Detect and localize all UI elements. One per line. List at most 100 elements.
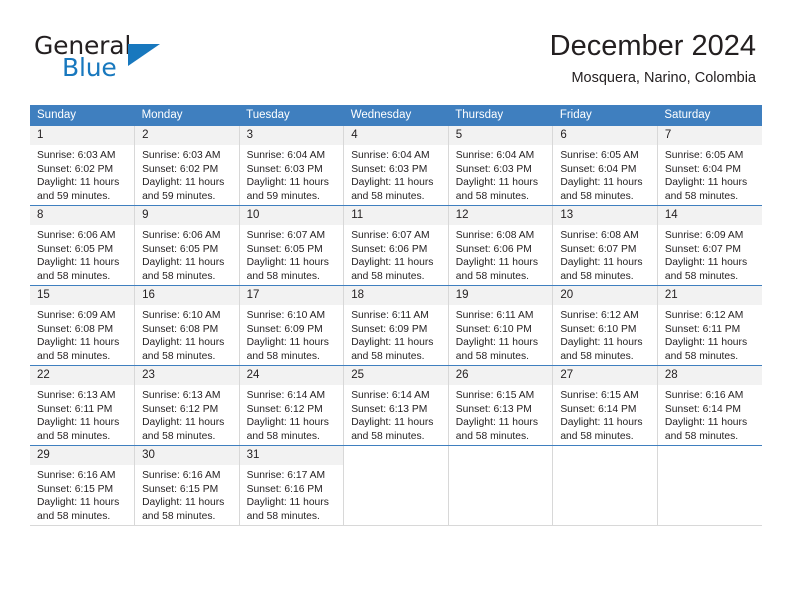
calendar-day-cell[interactable]: 29 Sunrise: 6:16 AM Sunset: 6:15 PM Dayl…: [30, 445, 136, 526]
daylight-text-line2: and 58 minutes.: [246, 350, 320, 362]
generalblue-logo[interactable]: General Blue: [34, 33, 234, 85]
sunset-text: Sunset: 6:09 PM: [246, 323, 323, 335]
day-info: Sunrise: 6:16 AM Sunset: 6:15 PM Dayligh…: [30, 465, 134, 523]
calendar-day-cell[interactable]: 11 Sunrise: 6:07 AM Sunset: 6:06 PM Dayl…: [343, 205, 449, 286]
day-number: 4: [344, 126, 448, 145]
calendar-day-cell[interactable]: 15 Sunrise: 6:09 AM Sunset: 6:08 PM Dayl…: [30, 285, 136, 366]
daylight-text-line1: Daylight: 11 hours: [37, 417, 120, 429]
day-info: Sunrise: 6:17 AM Sunset: 6:16 PM Dayligh…: [240, 465, 344, 523]
daylight-text-line1: Daylight: 11 hours: [560, 337, 643, 349]
daylight-text-line1: Daylight: 11 hours: [142, 417, 225, 429]
calendar-day-cell[interactable]: 24 Sunrise: 6:14 AM Sunset: 6:12 PM Dayl…: [238, 365, 345, 446]
weekday-header-friday: Friday: [552, 105, 658, 126]
calendar-day-cell[interactable]: 12 Sunrise: 6:08 AM Sunset: 6:06 PM Dayl…: [447, 205, 554, 286]
day-number: 14: [657, 206, 762, 225]
daylight-text-line1: Daylight: 11 hours: [37, 497, 120, 509]
day-info: Sunrise: 6:14 AM Sunset: 6:13 PM Dayligh…: [344, 385, 448, 443]
calendar-day-cell[interactable]: 7 Sunrise: 6:05 AM Sunset: 6:04 PM Dayli…: [656, 126, 762, 206]
sunset-text: Sunset: 6:11 PM: [664, 323, 741, 335]
daylight-text-line2: and 58 minutes.: [37, 270, 111, 282]
sunset-text: Sunset: 6:08 PM: [142, 323, 219, 335]
calendar-week-row: 8 Sunrise: 6:06 AM Sunset: 6:05 PM Dayli…: [30, 205, 762, 286]
daylight-text-line2: and 59 minutes.: [37, 190, 111, 202]
calendar-day-cell[interactable]: 18 Sunrise: 6:11 AM Sunset: 6:09 PM Dayl…: [343, 285, 449, 366]
sunrise-text: Sunrise: 6:04 AM: [351, 150, 430, 161]
calendar-day-cell[interactable]: 9 Sunrise: 6:06 AM Sunset: 6:05 PM Dayli…: [134, 205, 240, 286]
calendar-day-cell[interactable]: 4 Sunrise: 6:04 AM Sunset: 6:03 PM Dayli…: [343, 126, 449, 206]
calendar-day-cell[interactable]: 8 Sunrise: 6:06 AM Sunset: 6:05 PM Dayli…: [30, 205, 136, 286]
day-number: 10: [239, 206, 344, 225]
weekday-header-monday: Monday: [134, 105, 240, 126]
calendar-day-cell[interactable]: 1 Sunrise: 6:03 AM Sunset: 6:02 PM Dayli…: [30, 126, 136, 206]
day-number: 17: [239, 286, 344, 305]
weekday-header-sunday: Sunday: [30, 105, 135, 126]
weekday-header-wednesday: Wednesday: [343, 105, 449, 126]
daylight-text-line2: and 59 minutes.: [246, 190, 320, 202]
calendar-day-cell[interactable]: 31 Sunrise: 6:17 AM Sunset: 6:16 PM Dayl…: [238, 445, 345, 526]
daylight-text-line1: Daylight: 11 hours: [560, 177, 643, 189]
daylight-text-line1: Daylight: 11 hours: [37, 177, 120, 189]
calendar-day-cell[interactable]: 21 Sunrise: 6:12 AM Sunset: 6:11 PM Dayl…: [656, 285, 762, 366]
daylight-text-line2: and 58 minutes.: [246, 510, 320, 522]
day-info: Sunrise: 6:07 AM Sunset: 6:06 PM Dayligh…: [344, 225, 448, 283]
calendar-day-cell[interactable]: 10 Sunrise: 6:07 AM Sunset: 6:05 PM Dayl…: [238, 205, 345, 286]
day-number: 25: [344, 366, 448, 385]
daylight-text-line1: Daylight: 11 hours: [455, 337, 538, 349]
day-info: Sunrise: 6:05 AM Sunset: 6:04 PM Dayligh…: [658, 145, 762, 203]
logo-triangle-icon: [128, 44, 160, 66]
calendar-day-cell[interactable]: 25 Sunrise: 6:14 AM Sunset: 6:13 PM Dayl…: [343, 365, 449, 446]
calendar-day-cell[interactable]: 14 Sunrise: 6:09 AM Sunset: 6:07 PM Dayl…: [656, 205, 762, 286]
sunset-text: Sunset: 6:03 PM: [351, 163, 428, 175]
day-info: Sunrise: 6:06 AM Sunset: 6:05 PM Dayligh…: [135, 225, 239, 283]
sunset-text: Sunset: 6:12 PM: [246, 403, 323, 415]
sunrise-text: Sunrise: 6:08 AM: [455, 230, 535, 241]
day-info: Sunrise: 6:15 AM Sunset: 6:13 PM Dayligh…: [449, 385, 553, 443]
day-number: 21: [657, 286, 762, 305]
calendar-day-cell[interactable]: 27 Sunrise: 6:15 AM Sunset: 6:14 PM Dayl…: [552, 365, 658, 446]
calendar-day-cell[interactable]: 5 Sunrise: 6:04 AM Sunset: 6:03 PM Dayli…: [447, 126, 554, 206]
daylight-text-line2: and 58 minutes.: [351, 350, 425, 362]
calendar-day-cell[interactable]: 22 Sunrise: 6:13 AM Sunset: 6:11 PM Dayl…: [30, 365, 136, 446]
day-number: 18: [344, 286, 448, 305]
calendar-day-cell[interactable]: 23 Sunrise: 6:13 AM Sunset: 6:12 PM Dayl…: [134, 365, 240, 446]
day-info: Sunrise: 6:08 AM Sunset: 6:06 PM Dayligh…: [449, 225, 553, 283]
weekday-header-tuesday: Tuesday: [239, 105, 344, 126]
calendar-day-cell[interactable]: 6 Sunrise: 6:05 AM Sunset: 6:04 PM Dayli…: [552, 126, 658, 206]
day-info: Sunrise: 6:13 AM Sunset: 6:11 PM Dayligh…: [30, 385, 134, 443]
sunrise-text: Sunrise: 6:14 AM: [246, 390, 326, 401]
sunset-text: Sunset: 6:08 PM: [37, 323, 114, 335]
calendar-day-cell[interactable]: 26 Sunrise: 6:15 AM Sunset: 6:13 PM Dayl…: [447, 365, 554, 446]
sunrise-text: Sunrise: 6:09 AM: [37, 310, 116, 321]
calendar-day-cell[interactable]: 19 Sunrise: 6:11 AM Sunset: 6:10 PM Dayl…: [447, 285, 554, 366]
day-number: 1: [30, 126, 135, 145]
calendar-day-cell[interactable]: 13 Sunrise: 6:08 AM Sunset: 6:07 PM Dayl…: [552, 205, 658, 286]
sunrise-text: Sunrise: 6:16 AM: [37, 470, 116, 481]
calendar-day-cell[interactable]: 16 Sunrise: 6:10 AM Sunset: 6:08 PM Dayl…: [134, 285, 240, 366]
calendar-day-cell[interactable]: 28 Sunrise: 6:16 AM Sunset: 6:14 PM Dayl…: [656, 365, 762, 446]
daylight-text-line1: Daylight: 11 hours: [560, 257, 643, 269]
sunrise-text: Sunrise: 6:03 AM: [37, 150, 116, 161]
sunset-text: Sunset: 6:07 PM: [664, 243, 742, 255]
sunrise-text: Sunrise: 6:13 AM: [142, 390, 221, 401]
daylight-text-line2: and 58 minutes.: [560, 350, 634, 362]
calendar-day-cell[interactable]: 30 Sunrise: 6:16 AM Sunset: 6:15 PM Dayl…: [134, 445, 240, 526]
sunset-text: Sunset: 6:04 PM: [560, 163, 637, 175]
sunset-text: Sunset: 6:06 PM: [455, 243, 532, 255]
sunrise-text: Sunrise: 6:06 AM: [37, 230, 116, 241]
calendar-day-cell[interactable]: 3 Sunrise: 6:04 AM Sunset: 6:03 PM Dayli…: [238, 126, 345, 206]
calendar-day-cell[interactable]: 17 Sunrise: 6:10 AM Sunset: 6:09 PM Dayl…: [238, 285, 345, 366]
sunset-text: Sunset: 6:07 PM: [560, 243, 637, 255]
sunset-text: Sunset: 6:15 PM: [142, 483, 219, 495]
daylight-text-line2: and 58 minutes.: [351, 190, 425, 202]
day-number: [448, 446, 553, 465]
sunset-text: Sunset: 6:06 PM: [351, 243, 428, 255]
daylight-text-line2: and 58 minutes.: [37, 510, 111, 522]
calendar-day-cell[interactable]: 2 Sunrise: 6:03 AM Sunset: 6:02 PM Dayli…: [134, 126, 240, 206]
daylight-text-line1: Daylight: 11 hours: [142, 337, 225, 349]
sunset-text: Sunset: 6:03 PM: [246, 163, 323, 175]
daylight-text-line2: and 58 minutes.: [142, 510, 216, 522]
calendar-day-cell[interactable]: 20 Sunrise: 6:12 AM Sunset: 6:10 PM Dayl…: [552, 285, 658, 366]
daylight-text-line1: Daylight: 11 hours: [37, 257, 120, 269]
sunrise-text: Sunrise: 6:04 AM: [455, 150, 535, 161]
sunrise-text: Sunrise: 6:14 AM: [351, 390, 430, 401]
